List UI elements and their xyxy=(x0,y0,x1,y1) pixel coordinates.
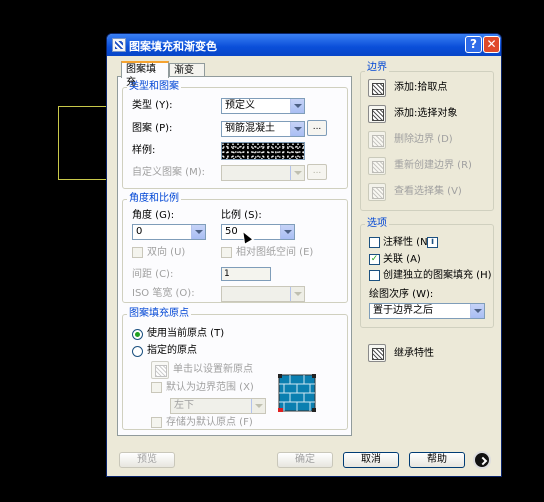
brick-origin-preview-icon xyxy=(278,374,316,412)
boundaries-title: 边界 xyxy=(365,62,389,74)
pattern-label: 图案 (P): xyxy=(132,123,173,134)
origin-position-select[interactable]: 左下 xyxy=(170,398,266,414)
pattern-value: 钢筋混凝土 xyxy=(225,123,275,134)
set-origin-label: 单击以设置新原点 xyxy=(173,364,253,375)
inherit-properties-label[interactable]: 继承特性 xyxy=(394,348,434,360)
type-label: 类型 (Y): xyxy=(132,100,173,111)
chevron-down-icon xyxy=(470,304,484,318)
spacing-label: 间距 (C): xyxy=(132,269,174,280)
origin-title: 图案填充原点 xyxy=(127,308,191,320)
chevron-down-icon xyxy=(191,225,205,239)
associative-label: 关联 (A) xyxy=(383,254,421,265)
remove-boundaries-label[interactable]: 删除边界 (D) xyxy=(394,134,453,146)
associative-checkbox[interactable]: ✓ xyxy=(369,254,380,265)
angle-value: 0 xyxy=(136,226,143,237)
select-objects-icon[interactable] xyxy=(368,105,386,123)
angle-select[interactable]: 0 xyxy=(132,224,206,240)
relative-paper-label: 相对图纸空间 (E) xyxy=(236,247,314,258)
store-origin-label: 存储为默认原点 (F) xyxy=(166,417,253,428)
remove-boundaries-icon[interactable] xyxy=(368,131,386,149)
scale-select[interactable]: 50 xyxy=(221,224,295,240)
dialog-title: 图案填充和渐变色 xyxy=(129,40,217,53)
chevron-down-icon xyxy=(290,166,304,180)
chevron-down-icon xyxy=(290,99,304,113)
view-selections-label[interactable]: 查看选择集 (V) xyxy=(394,186,462,198)
cancel-button[interactable]: 取消 xyxy=(343,452,399,468)
help-button[interactable]: 帮助 xyxy=(409,452,465,468)
draw-order-label: 绘图次序 (W): xyxy=(369,289,434,300)
type-select[interactable]: 预定义 xyxy=(221,98,305,114)
default-bounds-checkbox[interactable] xyxy=(151,382,162,393)
pattern-select[interactable]: 钢筋混凝土 xyxy=(221,121,305,137)
separate-hatches-label: 创建独立的图案填充 (H) xyxy=(383,270,492,281)
inherit-properties-icon[interactable] xyxy=(368,344,386,362)
pattern-swatch[interactable] xyxy=(221,142,305,160)
specified-origin-label: 指定的原点 xyxy=(147,345,197,356)
scale-label: 比例 (S): xyxy=(221,210,262,221)
preview-button[interactable]: 预览 xyxy=(119,452,175,468)
angle-scale-title: 角度和比例 xyxy=(127,193,181,205)
chevron-down-icon xyxy=(290,122,304,136)
chevron-down-icon xyxy=(251,399,265,413)
scale-value: 50 xyxy=(225,226,238,237)
angle-label: 角度 (G): xyxy=(132,210,175,221)
pick-points-icon[interactable] xyxy=(368,79,386,97)
separate-hatches-checkbox[interactable] xyxy=(369,270,380,281)
current-origin-radio[interactable] xyxy=(132,329,143,340)
set-origin-icon[interactable] xyxy=(151,361,169,379)
chevron-down-icon xyxy=(280,225,294,239)
chevron-down-icon xyxy=(290,287,304,301)
double-label: 双向 (U) xyxy=(147,247,186,258)
pattern-browse-button[interactable]: ... xyxy=(307,120,327,136)
recreate-boundary-label[interactable]: 重新创建边界 (R) xyxy=(394,160,472,172)
double-checkbox[interactable] xyxy=(132,247,143,258)
relative-paper-checkbox[interactable] xyxy=(221,247,232,258)
custom-pattern-label: 自定义图案 (M): xyxy=(132,167,205,178)
draw-order-value: 置于边界之后 xyxy=(373,305,433,316)
current-origin-label: 使用当前原点 (T) xyxy=(147,328,225,339)
custom-pattern-select[interactable] xyxy=(221,165,305,181)
tab-hatch[interactable]: 图案填充 xyxy=(121,61,169,88)
spacing-input[interactable]: 1 xyxy=(221,267,271,281)
store-origin-checkbox[interactable] xyxy=(151,417,162,428)
swatch-label: 样例: xyxy=(132,145,156,156)
view-selections-icon[interactable] xyxy=(368,183,386,201)
more-options-icon[interactable] xyxy=(473,451,491,469)
hatch-app-icon xyxy=(112,38,126,52)
options-title: 选项 xyxy=(365,218,389,230)
annotative-label: 注释性 (N) xyxy=(383,237,432,248)
hatch-dialog: 图案填充和渐变色 ? ✕ 图案填充 渐变色 类型和图案 类型 (Y): 预定义 … xyxy=(106,33,502,477)
default-bounds-label: 默认为边界范围 (X) xyxy=(166,382,254,393)
type-value: 预定义 xyxy=(225,100,255,111)
iso-pen-label: ISO 笔宽 (O): xyxy=(132,288,195,299)
recreate-boundary-icon[interactable] xyxy=(368,157,386,175)
help-icon[interactable]: ? xyxy=(465,36,482,53)
title-bar[interactable]: 图案填充和渐变色 ? ✕ xyxy=(107,34,501,56)
custom-pattern-browse-button[interactable]: ... xyxy=(307,164,327,180)
ok-button[interactable]: 确定 xyxy=(277,452,333,468)
hatch-tab-panel: 类型和图案 类型 (Y): 预定义 图案 (P): 钢筋混凝土 ... 样例: … xyxy=(117,76,352,436)
select-objects-label[interactable]: 添加:选择对象 xyxy=(394,108,457,120)
info-icon[interactable]: i xyxy=(427,237,438,248)
origin-position-value: 左下 xyxy=(174,400,194,411)
close-icon[interactable]: ✕ xyxy=(483,36,500,53)
pick-points-label[interactable]: 添加:拾取点 xyxy=(394,82,447,94)
annotative-checkbox[interactable] xyxy=(369,237,380,248)
draw-order-select[interactable]: 置于边界之后 xyxy=(369,303,485,319)
specified-origin-radio[interactable] xyxy=(132,346,143,357)
tab-gradient[interactable]: 渐变色 xyxy=(169,63,205,89)
iso-pen-select[interactable] xyxy=(221,286,305,302)
